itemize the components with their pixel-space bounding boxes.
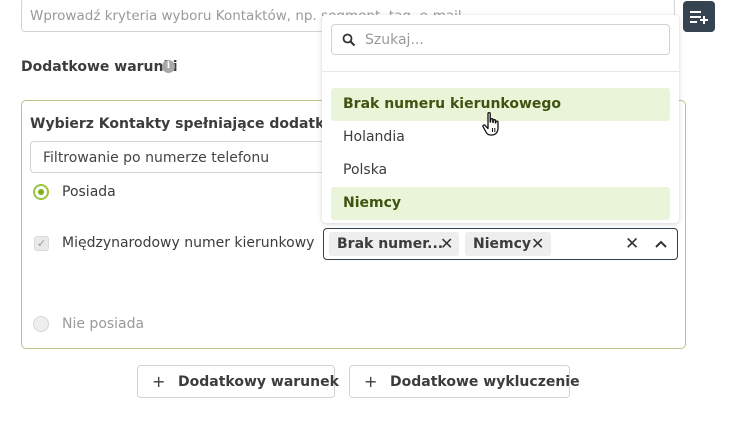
tag-label: Niemcy — [473, 236, 532, 252]
plus-icon: + — [152, 372, 166, 391]
add-condition-button[interactable]: + Dodatkowy warunek — [137, 365, 339, 398]
filter-select-value: Filtrowanie po numerze telefonu — [43, 150, 270, 166]
dropdown-divider — [322, 71, 679, 72]
info-icon[interactable]: i — [162, 60, 175, 73]
radio-not-has[interactable] — [33, 316, 49, 332]
option-label: Niemcy — [343, 195, 402, 211]
selected-tag: Niemcy ✕ — [465, 232, 551, 256]
clear-all-icon[interactable]: ✕ — [625, 234, 639, 254]
tag-label: Brak numer... — [337, 236, 444, 252]
section-title: Dodatkowe warunki — [21, 59, 178, 75]
remove-tag-icon[interactable]: ✕ — [440, 234, 453, 253]
hand-pointer-icon — [482, 111, 499, 136]
add-exclusion-label: Dodatkowe wykluczenie — [390, 374, 580, 390]
dropdown-search-input[interactable]: Szukaj... — [331, 24, 670, 55]
add-criteria-button[interactable] — [683, 1, 715, 32]
chevron-up-icon[interactable] — [653, 236, 669, 252]
option-label: Holandia — [343, 129, 405, 145]
plus-icon: + — [364, 372, 378, 391]
search-placeholder: Szukaj... — [365, 32, 424, 48]
radio-has-label: Posiada — [62, 184, 116, 200]
add-condition-label: Dodatkowy warunek — [178, 374, 339, 390]
filter-select[interactable]: Filtrowanie po numerze telefonu — [30, 141, 342, 173]
add-exclusion-button[interactable]: + Dodatkowe wykluczenie — [349, 365, 580, 398]
option-label: Brak numeru kierunkowego — [343, 96, 562, 112]
selected-tag: Brak numer... ✕ — [329, 232, 459, 256]
radio-has[interactable] — [33, 184, 49, 200]
radio-not-has-label: Nie posiada — [62, 316, 145, 332]
international-code-label: Międzynarodowy numer kierunkowy — [62, 235, 315, 251]
international-code-checkbox[interactable]: ✓ — [34, 236, 49, 251]
option-label: Polska — [343, 162, 388, 178]
remove-tag-icon[interactable]: ✕ — [531, 234, 544, 253]
country-code-multiselect[interactable]: Brak numer... ✕ Niemcy ✕ ✕ — [323, 228, 678, 260]
dropdown-option[interactable]: Niemcy — [331, 187, 670, 220]
search-icon — [342, 33, 356, 47]
dropdown-option[interactable]: Polska — [331, 154, 670, 187]
playlist-add-icon — [690, 10, 708, 24]
